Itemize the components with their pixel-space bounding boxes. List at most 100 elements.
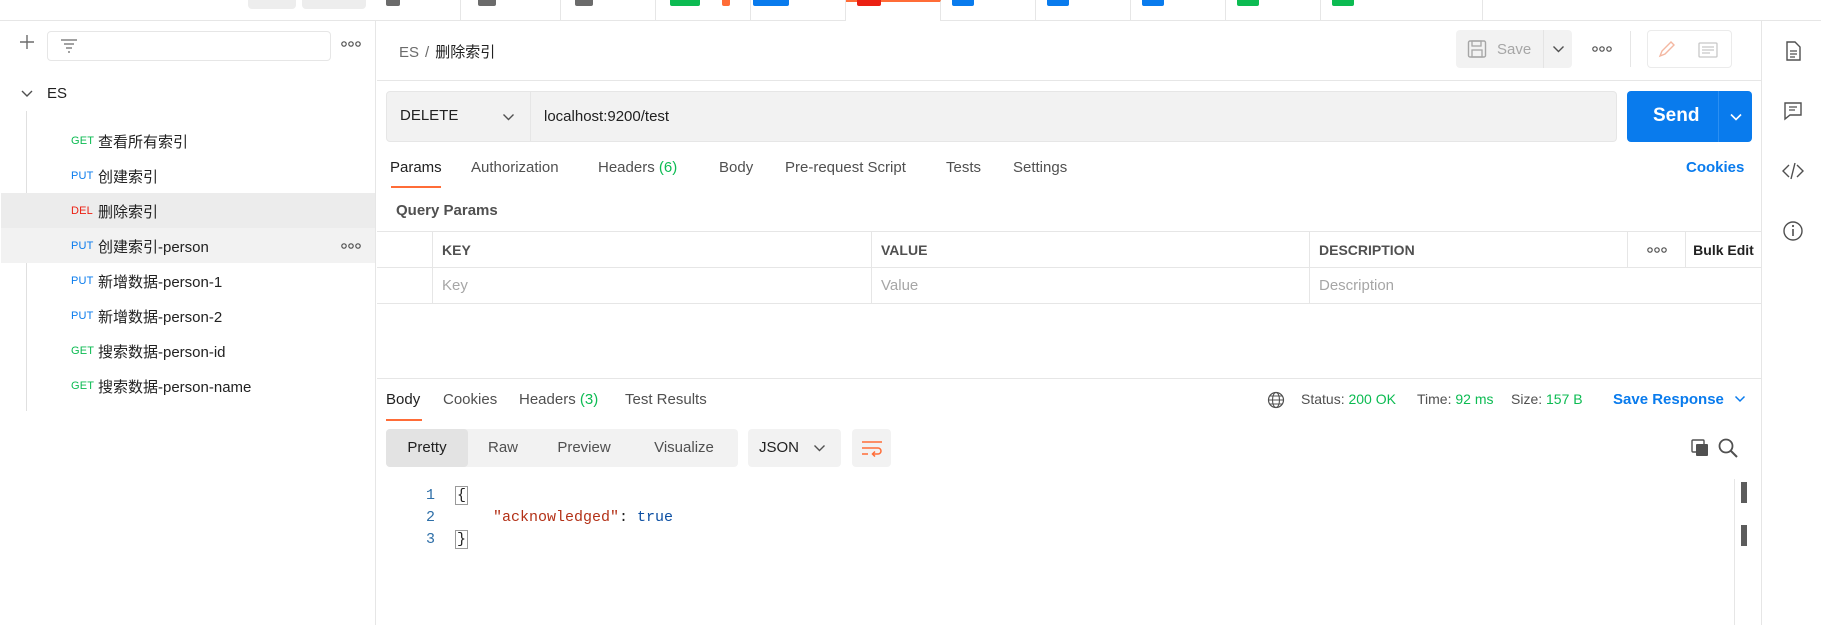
sidebar-request-item[interactable]: GET 搜索数据-person-name xyxy=(1,368,375,403)
comment-icon[interactable] xyxy=(1781,99,1805,123)
globe-icon[interactable] xyxy=(1267,391,1285,409)
sidebar-request-item-active[interactable]: DEL 删除索引 xyxy=(1,193,375,228)
divider xyxy=(1630,31,1631,67)
request-tab-fragment[interactable] xyxy=(461,0,561,21)
bulk-edit-button[interactable]: Bulk Edit xyxy=(1685,232,1761,268)
breadcrumb-request-name[interactable]: 删除索引 xyxy=(435,44,495,61)
key-input[interactable]: Key xyxy=(432,268,871,304)
method-badge: GET xyxy=(71,380,95,392)
method-value: DELETE xyxy=(400,107,459,124)
top-strip-button-fragment[interactable] xyxy=(248,0,296,9)
sidebar-request-item[interactable]: PUT 新增数据-person-1 xyxy=(1,263,375,298)
response-status[interactable]: Status: 200 OK xyxy=(1301,391,1396,407)
response-tab-headers[interactable]: Headers (3) xyxy=(519,391,598,408)
column-key: KEY xyxy=(432,232,871,268)
save-label: Save xyxy=(1497,41,1532,58)
response-tab-headers-label: Headers xyxy=(519,391,576,408)
method-badge: PUT xyxy=(71,310,94,322)
request-name: 查看所有索引 xyxy=(98,134,189,151)
response-tab-cookies[interactable]: Cookies xyxy=(443,391,497,408)
breadcrumb-workspace[interactable]: ES xyxy=(399,44,419,61)
tab-icon-fragment xyxy=(575,0,593,6)
search-icon[interactable] xyxy=(1717,437,1739,459)
chevron-down-icon xyxy=(1553,46,1564,53)
request-name: 创建索引 xyxy=(98,169,159,186)
code-line: { xyxy=(455,486,469,505)
url-bar: DELETE Send xyxy=(386,91,1752,142)
value-input[interactable]: Value xyxy=(871,268,1309,304)
right-rail xyxy=(1761,21,1821,625)
code-icon[interactable] xyxy=(1781,159,1805,183)
save-options-button[interactable] xyxy=(1543,30,1572,68)
sidebar-request-item[interactable]: GET 查看所有索引 xyxy=(1,123,375,158)
save-button-group: Save xyxy=(1456,30,1572,68)
tab-headers[interactable]: Headers (6) xyxy=(598,159,677,176)
copy-icon[interactable] xyxy=(1690,438,1710,458)
save-button[interactable]: Save xyxy=(1456,30,1542,68)
sidebar-request-item[interactable]: PUT 创建索引-person xyxy=(1,228,375,263)
collection-es[interactable]: ES xyxy=(0,77,376,111)
tab-method-fragment xyxy=(753,0,789,6)
response-body-editor[interactable]: 1 { 2 "acknowledged": true 3 } xyxy=(377,479,1743,625)
tab-method-fragment xyxy=(1237,0,1259,6)
response-tab-headers-count: (3) xyxy=(579,391,599,408)
view-pretty-button[interactable]: Pretty xyxy=(386,429,468,467)
pencil-icon[interactable] xyxy=(1656,40,1678,60)
response-size[interactable]: Size: 157 B xyxy=(1511,391,1583,407)
request-more-button[interactable] xyxy=(339,237,363,255)
request-more-button[interactable] xyxy=(1590,39,1614,59)
scrollbar-thumb[interactable] xyxy=(1741,482,1747,503)
method-badge: GET xyxy=(71,135,95,147)
row-checkbox-cell[interactable] xyxy=(377,268,432,304)
sidebar-request-item[interactable]: GET 搜索数据-person-id xyxy=(1,333,375,368)
document-icon[interactable] xyxy=(1698,42,1718,58)
description-input[interactable]: Description xyxy=(1309,268,1761,304)
more-icon xyxy=(341,243,361,249)
tab-authorization[interactable]: Authorization xyxy=(471,159,559,176)
scrollbar-track[interactable] xyxy=(1734,479,1735,625)
filter-icon xyxy=(61,39,77,53)
active-tab-indicator xyxy=(391,186,441,188)
sidebar-request-item[interactable]: PUT 创建索引 xyxy=(1,158,375,193)
sidebar-search-input[interactable] xyxy=(47,31,331,61)
more-icon xyxy=(341,41,361,47)
tab-params[interactable]: Params xyxy=(390,159,442,176)
tab-body[interactable]: Body xyxy=(719,159,753,176)
sidebar-more-button[interactable] xyxy=(340,34,362,54)
response-tab-test-results[interactable]: Test Results xyxy=(625,391,707,408)
view-visualize-button[interactable]: Visualize xyxy=(630,429,738,467)
response-tab-body[interactable]: Body xyxy=(386,391,420,408)
send-label: Send xyxy=(1653,105,1700,126)
request-name: 删除索引 xyxy=(98,204,159,221)
breadcrumb-separator: / xyxy=(425,44,430,61)
cookies-link[interactable]: Cookies xyxy=(1686,159,1744,176)
send-button[interactable]: Send xyxy=(1627,91,1717,142)
tab-tests[interactable]: Tests xyxy=(946,159,981,176)
top-strip-button-fragment[interactable] xyxy=(302,0,366,9)
more-icon xyxy=(1647,247,1667,253)
url-input[interactable] xyxy=(531,92,1616,141)
info-icon[interactable] xyxy=(1781,219,1805,243)
save-response-button[interactable]: Save Response xyxy=(1613,391,1746,408)
tab-method-fragment xyxy=(1332,0,1354,6)
view-preview-button[interactable]: Preview xyxy=(538,429,630,467)
response-time[interactable]: Time: 92 ms xyxy=(1417,391,1494,407)
sidebar: ES GET 查看所有索引 PUT 创建索引 DEL 删除索引 PUT 创建索引… xyxy=(0,21,376,625)
new-button[interactable] xyxy=(15,33,39,57)
response-view-selector: Pretty Raw Preview Visualize xyxy=(386,429,738,467)
wrap-lines-button[interactable] xyxy=(852,429,891,467)
sidebar-request-item[interactable]: PUT 新增数据-person-2 xyxy=(1,298,375,333)
column-description: DESCRIPTION xyxy=(1309,232,1627,268)
document-icon[interactable] xyxy=(1781,39,1805,63)
format-select[interactable]: JSON xyxy=(748,429,841,467)
view-raw-button[interactable]: Raw xyxy=(468,429,538,467)
sidebar-toolbar xyxy=(0,21,376,71)
scrollbar-thumb[interactable] xyxy=(1741,525,1747,546)
table-options-button[interactable] xyxy=(1627,232,1685,268)
tab-prerequest-script[interactable]: Pre-request Script xyxy=(785,159,906,176)
send-options-button[interactable] xyxy=(1718,91,1752,142)
json-colon: : xyxy=(619,509,638,526)
tab-method-fragment xyxy=(670,0,700,6)
tab-settings[interactable]: Settings xyxy=(1013,159,1067,176)
method-select[interactable]: DELETE xyxy=(386,91,531,142)
